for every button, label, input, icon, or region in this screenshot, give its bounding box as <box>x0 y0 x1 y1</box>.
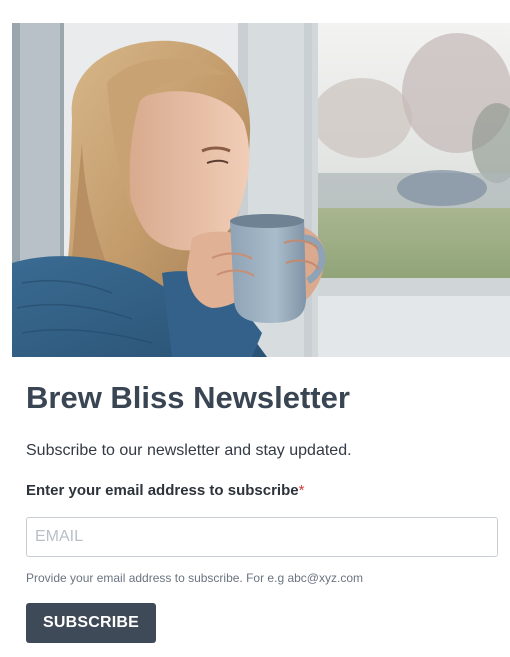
email-field-label-text: Enter your email address to subscribe <box>26 482 299 499</box>
hero-photo <box>12 23 510 357</box>
email-field-label: Enter your email address to subscribe* <box>26 481 304 501</box>
required-asterisk: * <box>298 482 305 499</box>
email-input[interactable] <box>26 517 498 557</box>
newsletter-subtitle: Subscribe to our newsletter and stay upd… <box>26 442 352 459</box>
hero-image <box>12 23 510 357</box>
email-help-text: Provide your email address to subscribe.… <box>26 571 363 585</box>
subscribe-button[interactable]: SUBSCRIBE <box>26 603 156 643</box>
newsletter-title: Brew Bliss Newsletter <box>26 380 350 415</box>
